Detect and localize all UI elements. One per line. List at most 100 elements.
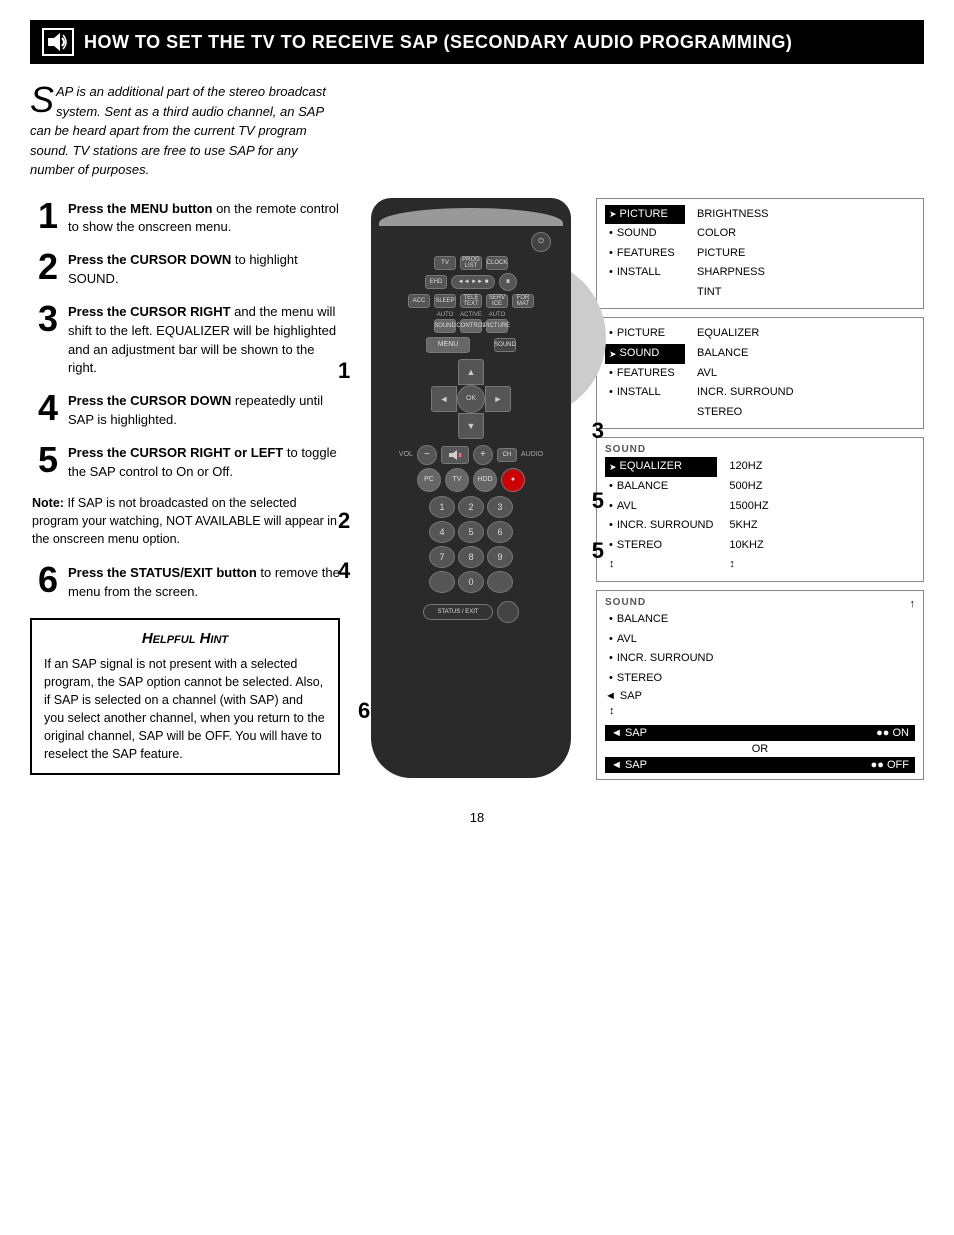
step-1: 1 Press the MENU button on the remote co… (30, 198, 340, 238)
ehd-button[interactable]: EHD (425, 275, 447, 289)
ch-label-btn: CH (497, 448, 517, 462)
num-0-right[interactable] (487, 571, 513, 593)
menu-panel-1-inner: PICTURE SOUND FEATURES INSTALL BRIGHTNES… (605, 205, 915, 303)
step-6: 6 Press the STATUS/EXIT button to remove… (30, 562, 340, 602)
format-button[interactable]: FORMAT (512, 294, 534, 308)
step-overlay-5a: 5 (592, 488, 604, 514)
source-row: PC TV HDD ● (379, 468, 563, 492)
menu1-left: PICTURE SOUND FEATURES INSTALL (605, 205, 685, 303)
num-0[interactable]: 0 (458, 571, 484, 593)
step-6-number: 6 (30, 562, 58, 598)
bottom-row: STATUS / EXIT (379, 601, 563, 623)
sap-on-row: ◄ SAP ●● ON (605, 725, 915, 741)
menu-panel-3: SOUND EQUALIZER BALANCE AVL INCR. SURROU… (596, 437, 924, 582)
num-0-left[interactable] (429, 571, 455, 593)
num-5[interactable]: 5 (458, 521, 484, 543)
menu-panels: PICTURE SOUND FEATURES INSTALL BRIGHTNES… (596, 198, 924, 780)
remote-wrapper: 1 2 4 3 5 5 6 ⏻ TV (356, 198, 586, 778)
mute-button[interactable] (441, 446, 469, 464)
sound-right-button[interactable]: SOUND (494, 338, 516, 352)
num-3[interactable]: 3 (487, 496, 513, 518)
step-overlay-2: 2 (338, 508, 350, 534)
clock-button[interactable]: CLOCK (486, 256, 508, 270)
remote-body: ⏻ TV PROGLIST CLOCK EHD ◄◄ ►► ■ ⏸ AC (371, 198, 571, 778)
menu3-left: EQUALIZER BALANCE AVL INCR. SURROUND STE… (605, 457, 717, 575)
audio-label: AUDIO (521, 451, 543, 458)
menu4-sap-label: SAP (620, 690, 642, 702)
num-8[interactable]: 8 (458, 546, 484, 568)
hdd-button[interactable]: HDD (473, 468, 497, 492)
pause-button[interactable]: ⏸ (499, 273, 517, 291)
menu2-features-item: FEATURES (605, 364, 685, 384)
step-4-number: 4 (30, 390, 58, 426)
menu3-500hz: 500HZ (725, 477, 795, 497)
menu3-5khz: 5KHZ (725, 516, 795, 536)
menu4-scroll: ↕ (605, 702, 915, 722)
step-overlay-4: 4 (338, 558, 350, 584)
extra-btn[interactable] (497, 601, 519, 623)
sound-auto-button[interactable]: SOUND (434, 319, 456, 333)
menu2-equalizer: EQUALIZER (693, 324, 798, 344)
active-group: ACTIVE CONTROL (460, 312, 482, 333)
service-button[interactable]: SERVICE (486, 294, 508, 308)
menu4-stereo: STEREO (605, 669, 915, 689)
num-1[interactable]: 1 (429, 496, 455, 518)
control-button[interactable]: CONTROL (460, 319, 482, 333)
menu4-balance: BALANCE (605, 610, 915, 630)
step-1-text: Press the MENU button on the remote cont… (68, 198, 340, 238)
step-1-number: 1 (30, 198, 58, 234)
cursor-left-button[interactable]: ◄ (431, 386, 457, 412)
auto-label: AUTO (437, 312, 454, 318)
cursor-down-button[interactable]: ▼ (458, 413, 484, 439)
menu4-title: SOUND (605, 597, 646, 608)
note-label: Note: (32, 496, 64, 510)
step-overlay-6: 6 (358, 698, 370, 724)
menu-button[interactable]: MENU (426, 337, 470, 353)
power-button[interactable]: ⏻ (531, 232, 551, 252)
acc-button[interactable]: ACC (408, 294, 430, 308)
auto2-label: AUTO (489, 312, 506, 318)
menu3-incr-surround: INCR. SURROUND (605, 516, 717, 536)
or-divider: OR (605, 741, 915, 757)
left-column: 1 Press the MENU button on the remote co… (30, 198, 340, 776)
status-exit-button[interactable]: STATUS / EXIT (423, 604, 493, 620)
tv-source-button[interactable]: TV (445, 468, 469, 492)
sleep-button[interactable]: SLEEP (434, 294, 456, 308)
teletext-button[interactable]: TELETEXT (460, 294, 482, 308)
menu3-10khz: 10KHZ (725, 536, 795, 556)
intro-body: AP is an additional part of the stereo b… (30, 84, 326, 177)
rec-button[interactable]: ● (501, 468, 525, 492)
hint-title: Helpful Hint (44, 630, 326, 647)
transport-buttons[interactable]: ◄◄ ►► ■ (451, 275, 495, 289)
step-2-text: Press the CURSOR DOWN to highlight SOUND… (68, 249, 340, 289)
vol-minus-button[interactable]: − (417, 445, 437, 465)
num-2[interactable]: 2 (458, 496, 484, 518)
num-7[interactable]: 7 (429, 546, 455, 568)
tv-button[interactable]: TV (434, 256, 456, 270)
page-container: How to Set the TV to Receive SAP (Second… (0, 0, 954, 1235)
num-4[interactable]: 4 (429, 521, 455, 543)
auto-group: AUTO SOUND (434, 312, 456, 333)
menu-panel-1: PICTURE SOUND FEATURES INSTALL BRIGHTNES… (596, 198, 924, 310)
vol-plus-button[interactable]: + (473, 445, 493, 465)
pc-button[interactable]: PC (417, 468, 441, 492)
menu4-items: BALANCE AVL INCR. SURROUND STEREO ◄ SAP … (605, 610, 915, 722)
menu3-120hz: 120HZ (725, 457, 795, 477)
menu4-incr-surround: INCR. SURROUND (605, 649, 915, 669)
picture-auto-button[interactable]: PICTURE (486, 319, 508, 333)
sap-on-label: ◄ SAP (611, 727, 647, 739)
ok-button[interactable]: OK (457, 385, 485, 413)
menu2-incr-surround: INCR. SURROUND (693, 383, 798, 403)
function-row-3: ACC SLEEP TELETEXT SERVICE FORMAT (379, 294, 563, 308)
intro-text: SAP is an additional part of the stereo … (30, 82, 330, 180)
prog-list-button[interactable]: PROGLIST (460, 256, 482, 270)
cursor-up-button[interactable]: ▲ (458, 359, 484, 385)
menu1-right: BRIGHTNESS COLOR PICTURE SHARPNESS TINT (693, 205, 773, 303)
cursor-right-button[interactable]: ► (485, 386, 511, 412)
num-9[interactable]: 9 (487, 546, 513, 568)
num-6[interactable]: 6 (487, 521, 513, 543)
menu2-sound-item: SOUND (605, 344, 685, 364)
menu4-sap-row: ◄ SAP (605, 690, 915, 702)
menu3-right: 120HZ 500HZ 1500HZ 5KHZ 10KHZ ↕ (725, 457, 795, 575)
menu3-equalizer: EQUALIZER (605, 457, 717, 477)
